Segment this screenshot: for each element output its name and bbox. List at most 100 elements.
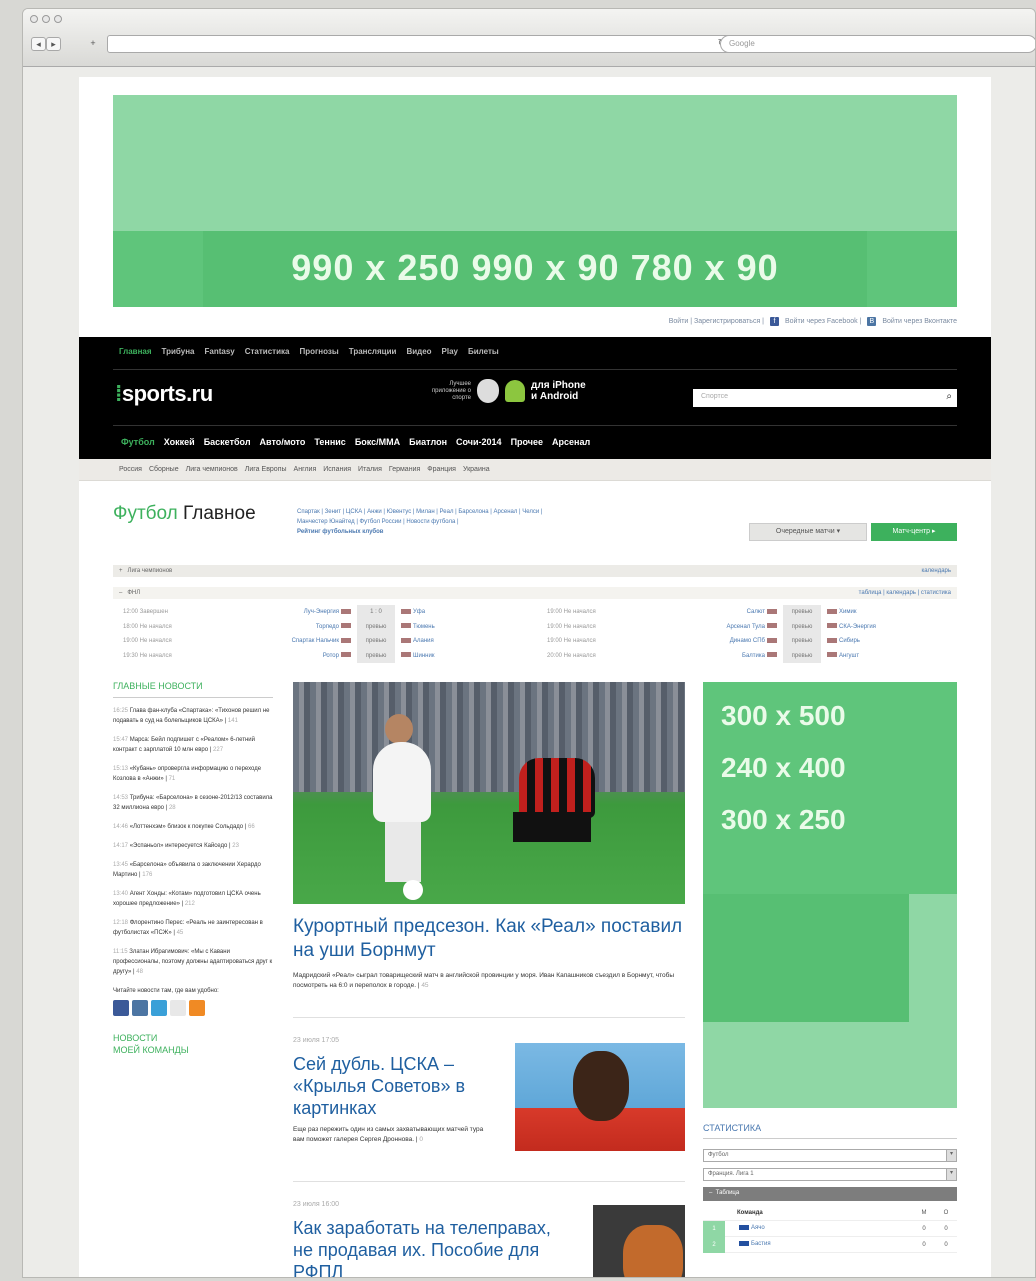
team-link[interactable]: Ангушт <box>839 653 859 659</box>
clubs-rating-link[interactable]: Рейтинг футбольных клубов <box>297 529 384 535</box>
facebook-icon[interactable] <box>113 1000 129 1016</box>
comment-count[interactable]: 45 <box>421 982 428 989</box>
top-nav-item[interactable]: Трансляции <box>349 347 397 356</box>
news-title[interactable]: Марса: Бейл подпишет с «Реалом» 6-летний… <box>113 737 255 753</box>
dropdown-arrow-icon[interactable]: ▾ <box>946 1169 956 1180</box>
top-banner-ad[interactable]: 990 x 250 990 x 90 780 x 90 <box>113 95 957 307</box>
close-dot-icon[interactable] <box>30 15 38 23</box>
team-link[interactable]: Шинник <box>413 653 434 659</box>
news-item[interactable]: 15:47 Марса: Бейл подпишет с «Реалом» 6-… <box>113 735 273 755</box>
news-item[interactable]: 15:13 «Кубань» опровергла информацию о п… <box>113 764 273 784</box>
dropdown-arrow-icon[interactable]: ▾ <box>946 1150 956 1161</box>
comment-count[interactable]: 0 <box>419 1136 423 1143</box>
comment-count[interactable]: 66 <box>248 824 255 830</box>
tournament-link[interactable]: календарь <box>921 568 951 574</box>
news-item[interactable]: 11:15 Златан Ибрагимович: «Мы с Кавани п… <box>113 947 273 977</box>
news-item[interactable]: 14:46 «Лоттенхэм» близок к покупке Сольд… <box>113 822 273 832</box>
sport-nav-item[interactable]: Теннис <box>314 437 345 447</box>
league-select[interactable]: Франция. Лига 1 ▾ <box>703 1168 957 1181</box>
team-link[interactable]: Химик <box>839 609 856 615</box>
comment-count[interactable]: 71 <box>169 776 176 782</box>
top-nav-item[interactable]: Билеты <box>468 347 499 356</box>
sub-nav-item[interactable]: Англия <box>294 466 317 473</box>
vk-icon[interactable]: B <box>867 317 877 326</box>
top-nav-item[interactable]: Fantasy <box>205 347 235 356</box>
match-score[interactable]: превью <box>783 605 821 620</box>
article-photo[interactable] <box>593 1205 685 1277</box>
sub-nav-item[interactable]: Сборные <box>149 466 179 473</box>
article-headline[interactable]: Сей дубль. ЦСКА – «Крылья Советов» в кар… <box>293 1053 507 1119</box>
team-name[interactable]: Бастия <box>751 1242 771 1248</box>
upcoming-matches-button[interactable]: Очередные матчи ▾ <box>749 523 867 541</box>
match-center-button[interactable]: Матч-центр ▸ <box>871 523 957 541</box>
team-link[interactable]: Арсенал Тула <box>726 624 765 630</box>
login-links[interactable]: Войти | Зарегистрироваться | <box>669 318 764 325</box>
team-link[interactable]: Торпедо <box>316 624 339 630</box>
team-link[interactable]: Спартак Нальчик <box>292 638 339 644</box>
sport-select[interactable]: Футбол ▾ <box>703 1149 957 1162</box>
news-title[interactable]: Глава фан-клуба «Спартака»: «Тихонов реш… <box>113 708 269 724</box>
news-title[interactable]: Флорентино Перес: «Реаль не заинтересова… <box>113 920 263 936</box>
sub-nav-item[interactable]: Россия <box>119 466 142 473</box>
quick-links-line[interactable]: Манчестер Юнайтед | Футбол России | Ново… <box>297 517 697 527</box>
comment-count[interactable]: 141 <box>228 718 238 724</box>
news-title[interactable]: «Барселона» объявила о заключении Херард… <box>113 862 261 878</box>
sport-nav-item[interactable]: Сочи-2014 <box>456 437 502 447</box>
sub-nav-item[interactable]: Лига Европы <box>245 466 287 473</box>
top-nav-item[interactable]: Трибуна <box>162 347 195 356</box>
sport-nav-item[interactable]: Бокс/ММА <box>355 437 400 447</box>
hero-headline[interactable]: Курортный предсезон. Как «Реал» поставил… <box>293 915 685 963</box>
team-name[interactable]: Аячо <box>751 1226 765 1232</box>
comment-count[interactable]: 23 <box>232 843 239 849</box>
hero-photo[interactable] <box>293 682 685 904</box>
top-nav-item[interactable]: Play <box>442 347 458 356</box>
match-score[interactable]: превью <box>783 648 821 663</box>
news-title[interactable]: «Кубань» опровергла информацию о переход… <box>113 766 261 782</box>
news-title[interactable]: «Лоттенхэм» близок к покупке Сольдадо <box>130 824 243 830</box>
browser-search-field[interactable]: Google <box>720 35 1035 53</box>
comment-count[interactable]: 176 <box>142 872 152 878</box>
comment-count[interactable]: 28 <box>169 805 176 811</box>
team-cell[interactable]: Бастия <box>725 1241 913 1248</box>
comment-count[interactable]: 48 <box>136 969 143 975</box>
team-link[interactable]: Алания <box>413 638 434 644</box>
match-score[interactable]: превью <box>357 648 395 663</box>
news-item[interactable]: 12:18 Флорентино Перес: «Реаль не заинте… <box>113 918 273 938</box>
site-search-input[interactable]: Спортсе ⌕ <box>693 389 957 407</box>
sport-nav-item[interactable]: Баскетбол <box>204 437 251 447</box>
google-plus-icon[interactable] <box>170 1000 186 1016</box>
team-link[interactable]: Уфа <box>413 609 425 615</box>
vk-login-link[interactable]: Войти через Вконтакте <box>882 318 957 325</box>
sub-nav-item[interactable]: Украина <box>463 466 490 473</box>
team-link[interactable]: СКА-Энергия <box>839 624 876 630</box>
team-link[interactable]: Салют <box>747 609 765 615</box>
match-score[interactable]: превью <box>783 634 821 649</box>
comment-count[interactable]: 227 <box>213 747 223 753</box>
top-nav-item[interactable]: Главная <box>119 347 152 356</box>
rss-icon[interactable] <box>189 1000 205 1016</box>
site-logo[interactable]: ⁞sports.ru <box>115 381 213 407</box>
news-item[interactable]: 16:25 Глава фан-клуба «Спартака»: «Тихон… <box>113 706 273 726</box>
sub-nav-item[interactable]: Германия <box>389 466 420 473</box>
match-score[interactable]: превью <box>357 619 395 634</box>
match-score[interactable]: превью <box>783 619 821 634</box>
sport-nav-item[interactable]: Биатлон <box>409 437 447 447</box>
match-score[interactable]: превью <box>357 634 395 649</box>
sub-nav-item[interactable]: Франция <box>427 466 456 473</box>
minimize-dot-icon[interactable] <box>42 15 50 23</box>
address-bar[interactable]: ↻ <box>107 35 733 53</box>
tournament-link[interactable]: таблица | календарь | статистика <box>859 590 951 596</box>
team-link[interactable]: Балтика <box>742 653 765 659</box>
news-item[interactable]: 14:17 «Эспаньол» интересуется Кайседо | … <box>113 841 273 851</box>
sub-nav-item[interactable]: Италия <box>358 466 382 473</box>
team-link[interactable]: Луч-Энергия <box>304 609 339 615</box>
facebook-login-link[interactable]: Войти через Facebook | <box>785 318 861 325</box>
comment-count[interactable]: 45 <box>177 930 184 936</box>
twitter-icon[interactable] <box>151 1000 167 1016</box>
quick-links-line[interactable]: Спартак | Зенит | ЦСКА | Анжи | Ювентус … <box>297 507 697 517</box>
news-item[interactable]: 14:53 Трибуна: «Барселона» в сезоне-2012… <box>113 793 273 813</box>
sport-nav-item[interactable]: Хоккей <box>164 437 195 447</box>
team-link[interactable]: Динамо СПб <box>730 638 765 644</box>
sport-nav-item[interactable]: Арсенал <box>552 437 590 447</box>
tournament-row-fnl[interactable]: – ФНЛ таблица | календарь | статистика <box>113 587 957 599</box>
